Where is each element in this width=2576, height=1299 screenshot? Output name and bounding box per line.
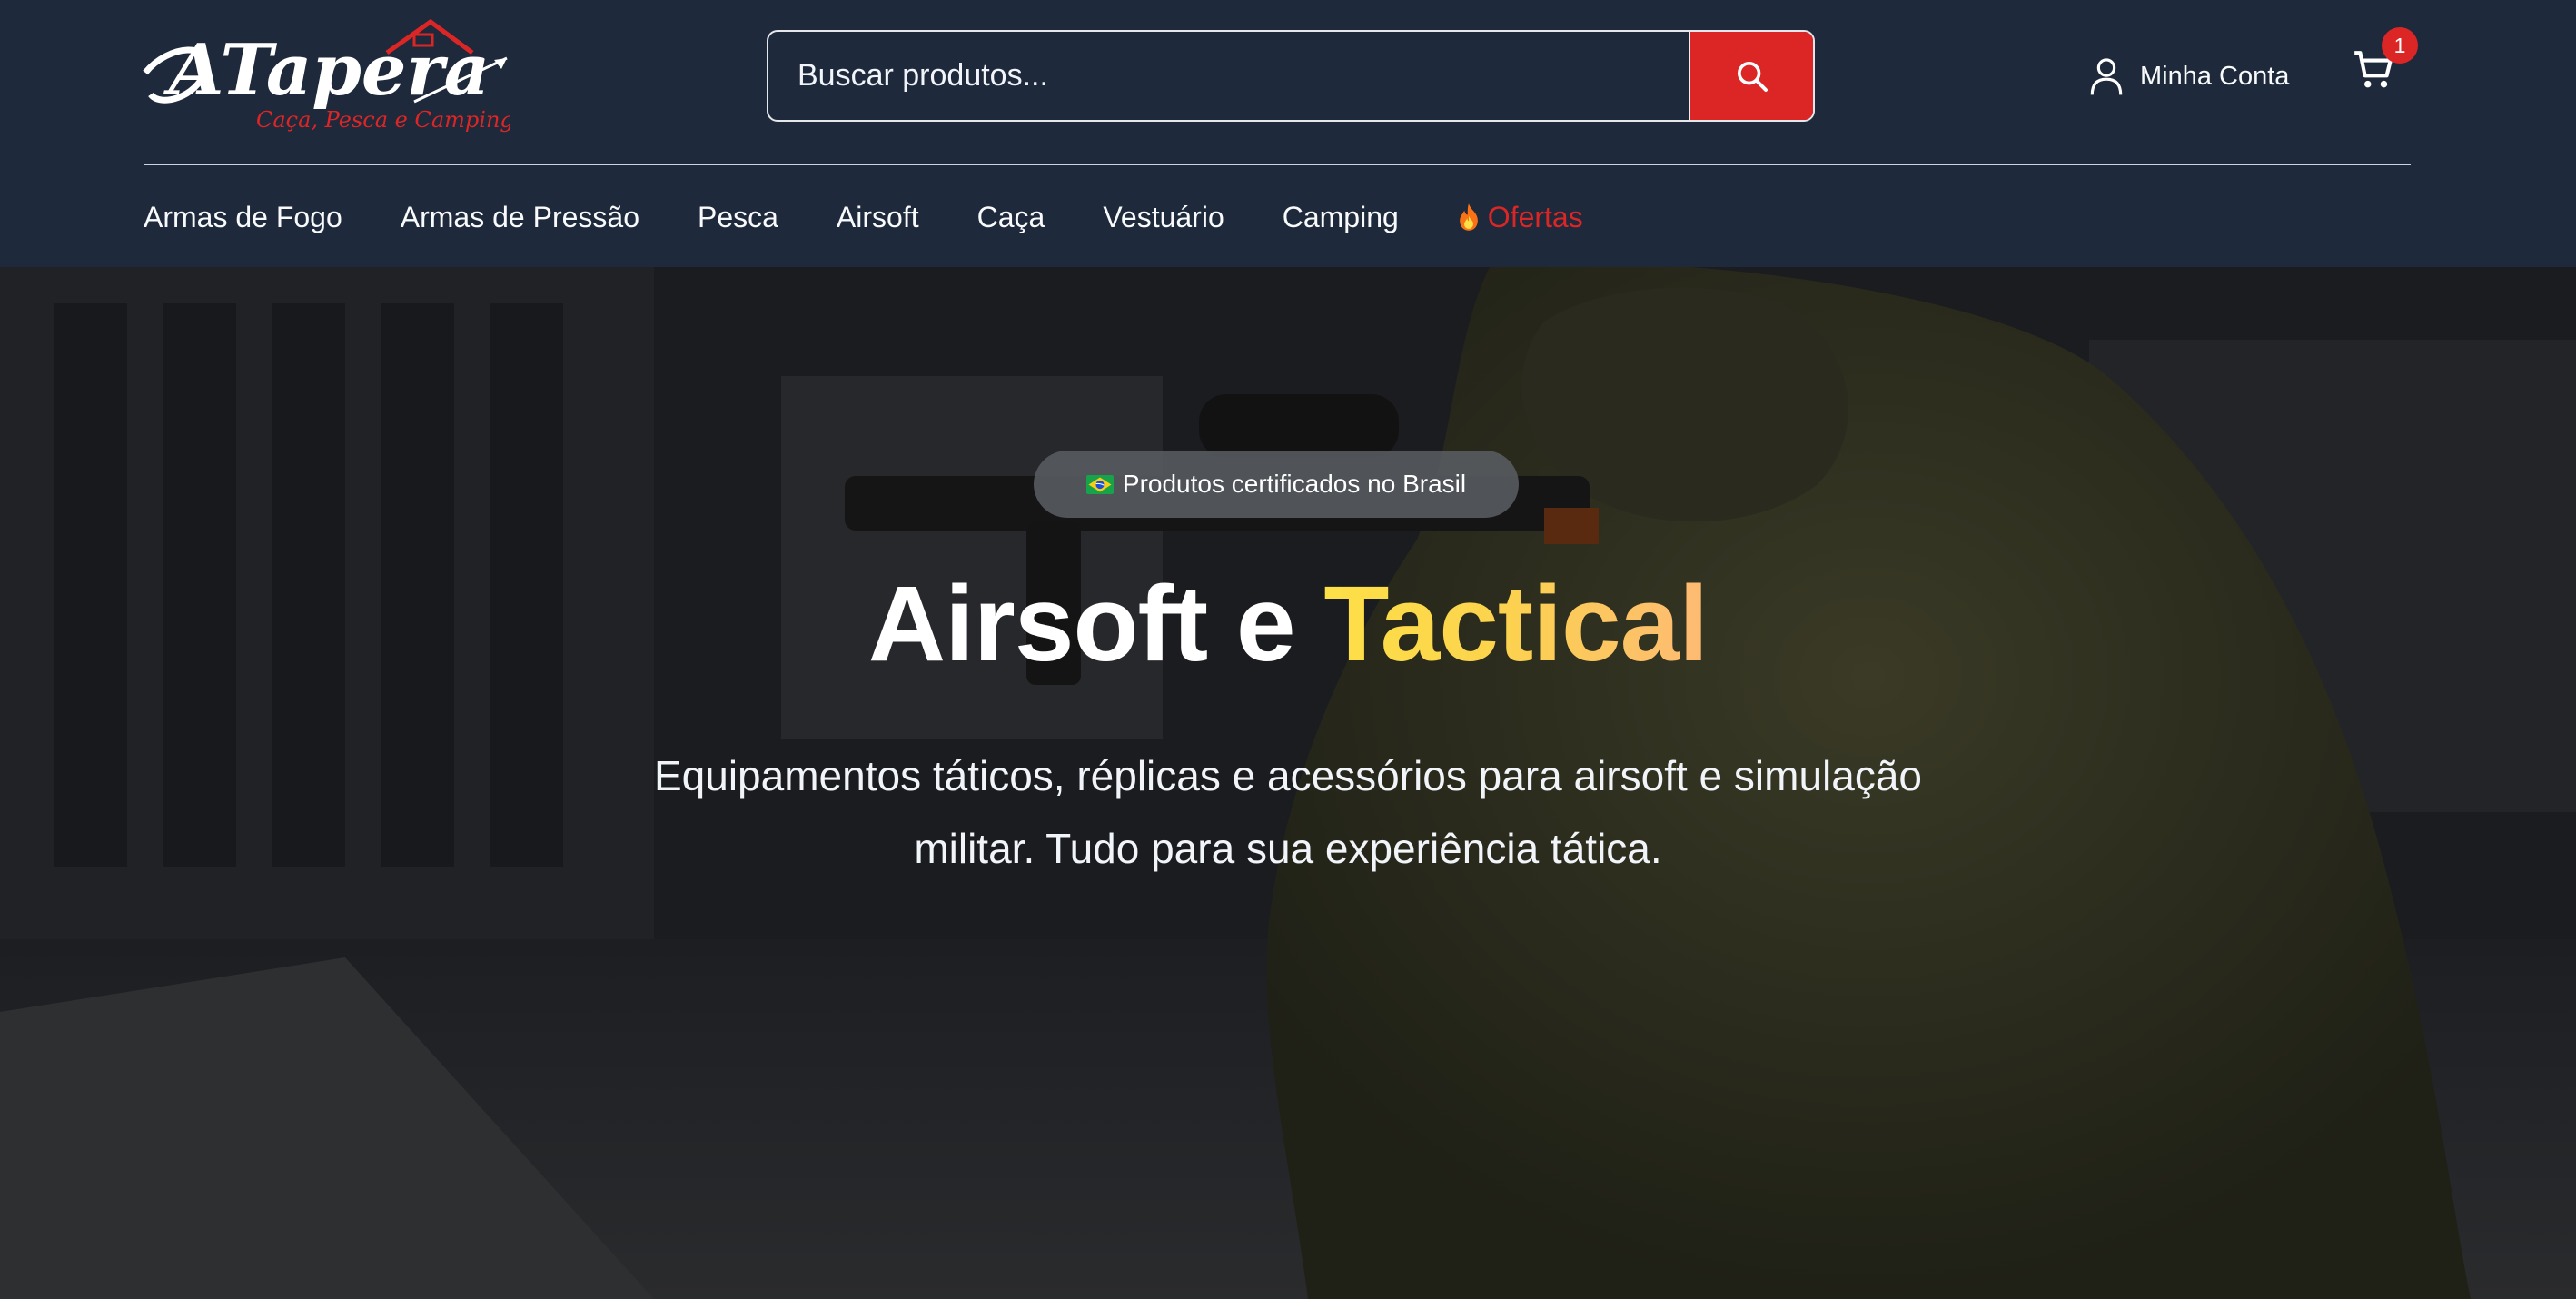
brazil-flag-icon: [1085, 474, 1114, 494]
hero-badge-text: Produtos certificados no Brasil: [1122, 470, 1467, 498]
svg-text:Caça, Pesca e Camping.: Caça, Pesca e Camping.: [256, 107, 510, 133]
ofertas-label: Ofertas: [1487, 200, 1583, 233]
hero-badge: Produtos certificados no Brasil: [1034, 451, 1519, 518]
flame-icon: [1459, 203, 1478, 231]
logo-mark: ATapera Caça, Pesca e Camping.: [143, 18, 510, 133]
hero-subtitle: Equipamentos táticos, réplicas e acessór…: [653, 752, 1922, 872]
nav-item-vestuario[interactable]: Vestuário: [1103, 201, 1224, 234]
cart-count-badge: 1: [2382, 27, 2418, 64]
site-header: ATapera Caça, Pesca e Camping. Minha Con…: [0, 0, 2576, 267]
search-button[interactable]: [1689, 32, 1813, 120]
nav-item-pesca[interactable]: Pesca: [698, 201, 778, 234]
hero-section: Produtos certificados no Brasil Airsoft …: [0, 267, 2576, 1299]
user-icon: [2090, 58, 2123, 95]
search-icon: [1737, 61, 1768, 92]
hero-title: Airsoft e Tactical: [0, 562, 2576, 686]
account-link[interactable]: Minha Conta: [2089, 53, 2289, 100]
nav-item-armas-de-pressao[interactable]: Armas de Pressão: [401, 201, 639, 234]
search-input[interactable]: [768, 32, 1689, 120]
header-divider: [144, 164, 2411, 165]
site-logo[interactable]: ATapera Caça, Pesca e Camping.: [142, 16, 510, 138]
search-bar: [767, 30, 1815, 122]
hero-title-main: Airsoft e: [867, 564, 1296, 684]
nav-item-airsoft[interactable]: Airsoft: [837, 201, 919, 234]
account-label: Minha Conta: [2140, 61, 2290, 91]
nav-item-camping[interactable]: Camping: [1283, 201, 1399, 234]
svg-text:ATapera: ATapera: [163, 29, 490, 112]
main-nav: Armas de Fogo Armas de Pressão Pesca Air…: [144, 194, 1583, 240]
nav-item-ofertas[interactable]: Ofertas: [1457, 201, 1583, 234]
nav-item-armas-de-fogo[interactable]: Armas de Fogo: [144, 201, 342, 234]
nav-item-caca[interactable]: Caça: [977, 201, 1045, 234]
hero-title-accent: Tactical: [1323, 564, 1709, 684]
